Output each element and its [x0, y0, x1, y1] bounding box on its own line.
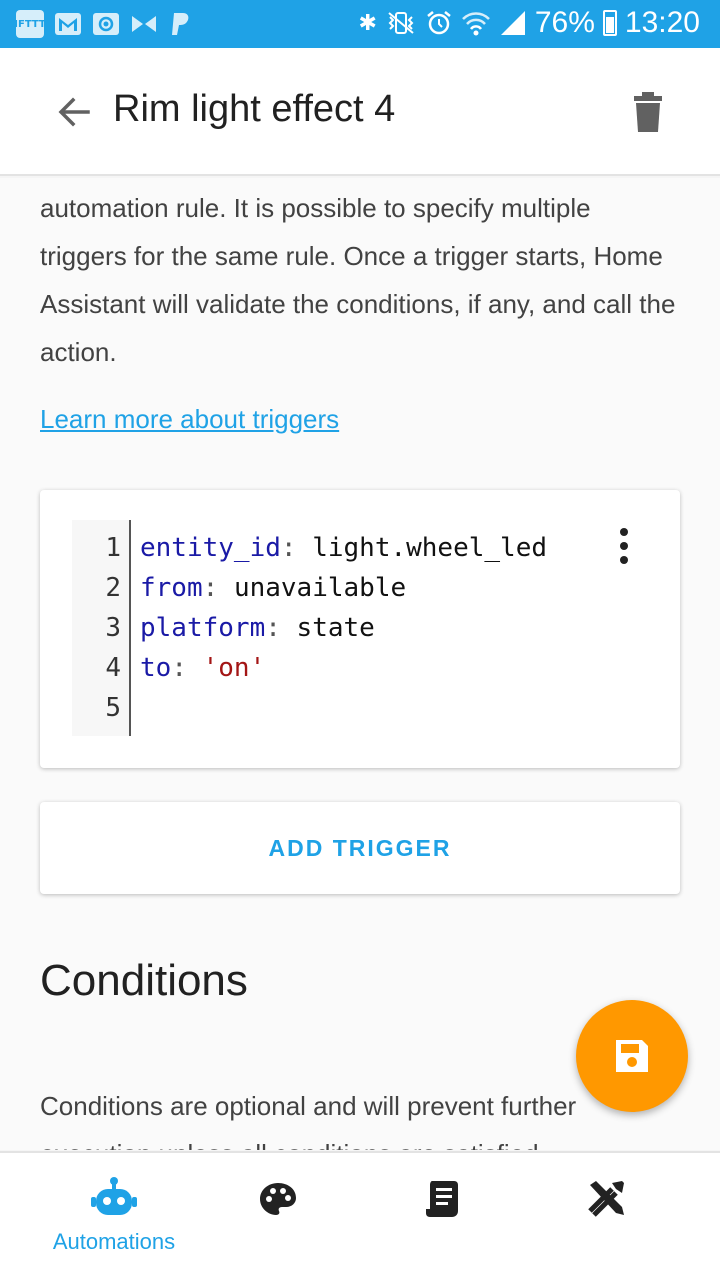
palette-icon: [260, 1183, 296, 1215]
system-icons: ✱ 76% 13:20: [358, 6, 700, 40]
wifi-icon: [461, 12, 490, 36]
nav-automations[interactable]: Automations: [36, 1153, 192, 1280]
alarm-icon: [427, 11, 451, 35]
status-bar: IFTTT ✱ 76% 13:20: [0, 0, 720, 48]
line-number: 3: [105, 613, 121, 643]
tools-icon: [588, 1181, 624, 1217]
page-title: Rim light effect 4: [113, 88, 396, 130]
bottom-navigation: Automations: [0, 1151, 720, 1280]
app-bar: Rim light effect 4: [0, 48, 720, 176]
nav-developer-tools[interactable]: [556, 1153, 656, 1280]
script-icon: [426, 1181, 458, 1217]
save-icon: [616, 1040, 648, 1072]
email-icon: [93, 13, 119, 35]
line-gutter: 1 2 3 4 5: [72, 520, 131, 736]
yaml-editor[interactable]: 1 2 3 4 5 entity_id: light.wheel_led fro…: [72, 520, 592, 738]
signal-icon: [500, 11, 525, 35]
trigger-card: 1 2 3 4 5 entity_id: light.wheel_led fro…: [40, 490, 680, 768]
code-line: to: 'on': [140, 653, 266, 683]
code-line: from: unavailable: [140, 573, 407, 603]
line-number: 1: [105, 533, 121, 563]
more-vert-icon-dot: [620, 542, 628, 550]
more-vert-icon: [620, 528, 628, 536]
add-trigger-button[interactable]: ADD TRIGGER: [40, 802, 680, 894]
yaml-value: state: [296, 613, 375, 643]
paypal-icon: [172, 13, 189, 35]
line-number: 4: [105, 653, 121, 683]
line-number: 5: [105, 693, 121, 723]
nav-label-automations: Automations: [52, 1229, 176, 1254]
delete-button[interactable]: [622, 88, 674, 140]
line-number: 2: [105, 573, 121, 603]
conditions-description: Conditions are optional and will prevent…: [40, 1091, 577, 1150]
arrow-back-icon: [58, 97, 90, 127]
learn-more-triggers-link[interactable]: Learn more about triggers: [40, 404, 339, 435]
code-line: entity_id: light.wheel_led: [140, 533, 548, 563]
yaml-value: light.wheel_led: [312, 533, 548, 563]
bluetooth-icon: ✱: [358, 10, 377, 36]
yaml-value: unavailable: [233, 573, 407, 603]
gmail-icon: [55, 13, 81, 35]
conditions-heading: Conditions: [40, 956, 248, 1005]
save-button[interactable]: [576, 1000, 688, 1112]
trash-icon: [634, 92, 662, 132]
more-options-button[interactable]: [608, 526, 640, 566]
nav-scripts[interactable]: [392, 1153, 492, 1280]
battery-percent: 76%: [534, 6, 595, 39]
code-line: platform: state: [140, 613, 375, 643]
triggers-description: automation rule. It is possible to speci…: [40, 193, 676, 367]
yaml-key: platform: [140, 613, 266, 643]
yaml-value: 'on': [202, 653, 266, 683]
battery-icon: [602, 10, 617, 36]
yaml-key: entity_id: [140, 533, 281, 563]
back-button[interactable]: [48, 86, 100, 138]
more-vert-icon-dot: [620, 556, 628, 564]
nav-themes[interactable]: [228, 1153, 328, 1280]
yaml-key: from: [140, 573, 203, 603]
robot-icon: [91, 1177, 137, 1215]
vibrate-mute-icon: [388, 12, 414, 34]
messenger-icon: [132, 16, 156, 32]
notification-icons: IFTTT: [14, 10, 192, 38]
yaml-key: to: [140, 653, 172, 683]
clock: 13:20: [624, 6, 700, 39]
ifttt-icon: IFTTT: [14, 10, 46, 38]
